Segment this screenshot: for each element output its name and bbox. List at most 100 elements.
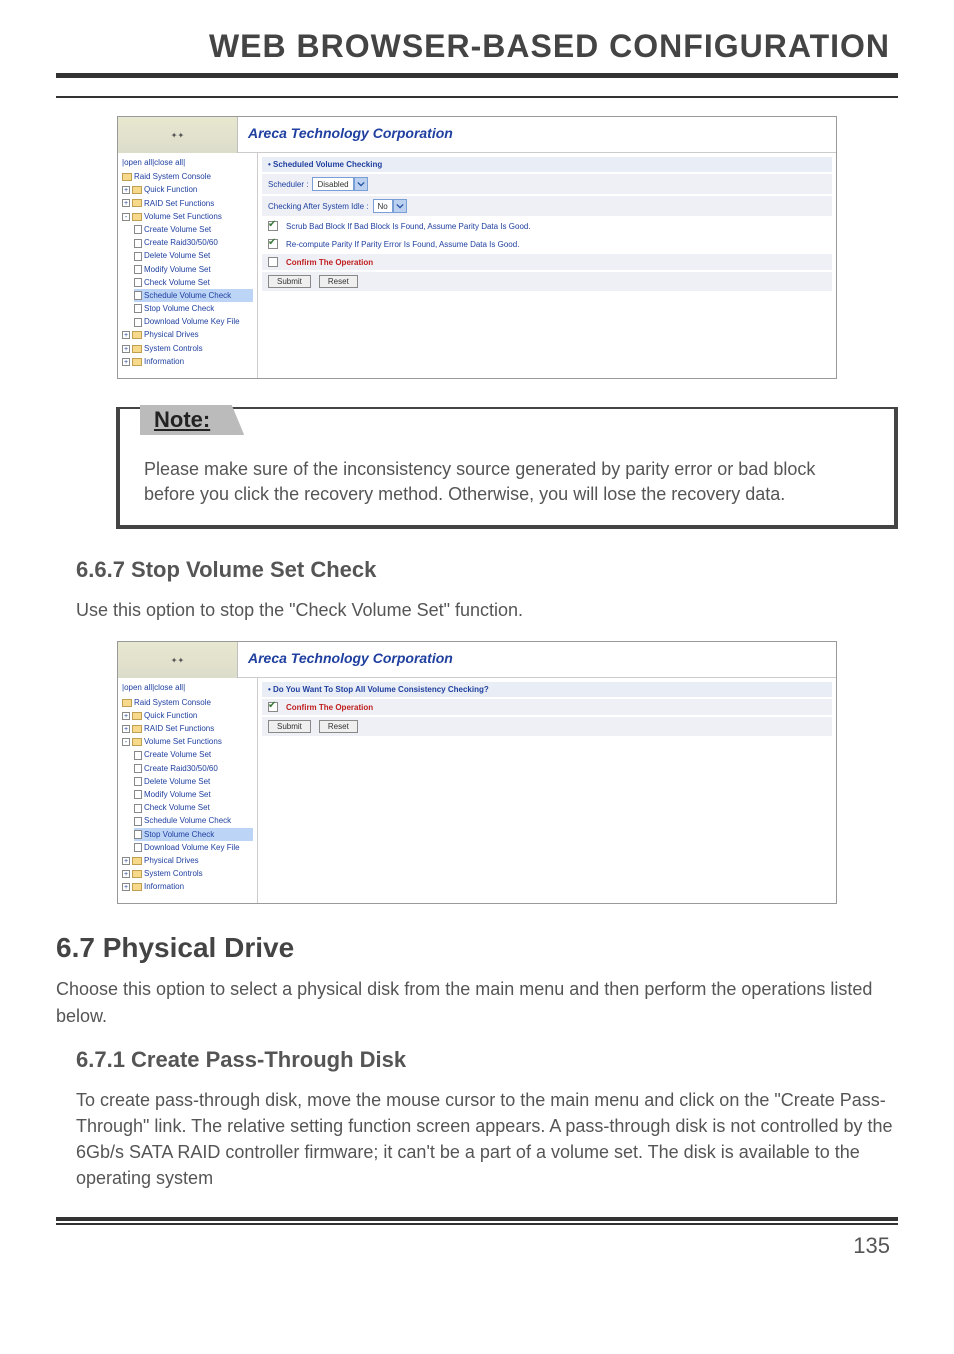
confirm-label: Confirm The Operation <box>286 703 373 712</box>
tree-stop-volume-check[interactable]: Stop Volume Check <box>134 828 253 841</box>
expand-icon[interactable]: + <box>122 199 130 207</box>
collapse-icon[interactable]: - <box>122 738 130 746</box>
folder-icon <box>132 331 142 339</box>
document-icon <box>134 225 142 234</box>
tree-check-volume-set[interactable]: Check Volume Set <box>134 276 253 289</box>
document-icon <box>134 843 142 852</box>
submit-button[interactable]: Submit <box>268 275 311 288</box>
tree-check-volume-set[interactable]: Check Volume Set <box>134 801 253 814</box>
tree-schedule-volume-check[interactable]: Schedule Volume Check <box>134 289 253 302</box>
tree-delete-volume-set[interactable]: Delete Volume Set <box>134 775 253 788</box>
expand-icon[interactable]: + <box>122 883 130 891</box>
tree-toggle-all[interactable]: |open all|close all| <box>122 680 253 695</box>
chevron-down-icon[interactable] <box>393 199 407 213</box>
tree-quick-function[interactable]: +Quick Function <box>122 183 253 196</box>
tree-physical-drives[interactable]: +Physical Drives <box>122 328 253 341</box>
brand-title: Areca Technology Corporation <box>238 642 836 678</box>
reset-button[interactable]: Reset <box>319 720 358 733</box>
heading-671: 6.7.1 Create Pass-Through Disk <box>76 1047 898 1073</box>
para-67: Choose this option to select a physical … <box>56 976 898 1028</box>
tree-modify-volume-set[interactable]: Modify Volume Set <box>134 263 253 276</box>
panel-heading: • Do You Want To Stop All Volume Consist… <box>262 682 832 697</box>
tree-schedule-volume-check[interactable]: Schedule Volume Check <box>134 814 253 827</box>
option-recompute-row: Re-compute Parity If Parity Error Is Fou… <box>262 236 832 252</box>
tree-raid-set-functions[interactable]: +RAID Set Functions <box>122 722 253 735</box>
tree-system-controls[interactable]: +System Controls <box>122 342 253 355</box>
confirm-row: Confirm The Operation <box>262 699 832 715</box>
expand-icon[interactable]: + <box>122 712 130 720</box>
sidebar-tree: |open all|close all| Raid System Console… <box>118 153 258 378</box>
submit-button[interactable]: Submit <box>268 720 311 733</box>
title-rule-thin <box>56 96 898 98</box>
tree-volume-set-functions[interactable]: -Volume Set Functions <box>122 210 253 223</box>
tree-download-volume-key-file[interactable]: Download Volume Key File <box>134 315 253 328</box>
scheduler-label: Scheduler : <box>268 180 308 189</box>
expand-icon[interactable]: + <box>122 331 130 339</box>
document-icon <box>134 804 142 813</box>
expand-icon[interactable]: + <box>122 358 130 366</box>
para-671: To create pass-through disk, move the mo… <box>76 1087 898 1191</box>
checkbox-scrub[interactable] <box>268 221 278 231</box>
note-title: Note: <box>140 405 244 435</box>
document-icon <box>134 304 142 313</box>
page-number: 135 <box>56 1225 898 1259</box>
folder-icon <box>122 699 132 707</box>
tree-root[interactable]: Raid System Console <box>122 696 253 709</box>
collapse-icon[interactable]: - <box>122 213 130 221</box>
tree-download-volume-key-file[interactable]: Download Volume Key File <box>134 841 253 854</box>
brand-title: Areca Technology Corporation <box>238 117 836 153</box>
embedded-screenshot-1: ✦✦ Areca Technology Corporation |open al… <box>117 116 837 379</box>
folder-icon <box>132 213 142 221</box>
tree-modify-volume-set[interactable]: Modify Volume Set <box>134 788 253 801</box>
tree-create-raid305060[interactable]: Create Raid30/50/60 <box>134 762 253 775</box>
expand-icon[interactable]: + <box>122 186 130 194</box>
folder-icon <box>132 725 142 733</box>
reset-button[interactable]: Reset <box>319 275 358 288</box>
document-icon <box>134 265 142 274</box>
folder-icon <box>132 870 142 878</box>
folder-icon <box>132 186 142 194</box>
tree-information[interactable]: +Information <box>122 880 253 893</box>
logo-image: ✦✦ <box>118 642 238 678</box>
folder-icon <box>132 883 142 891</box>
folder-icon <box>132 738 142 746</box>
expand-icon[interactable]: + <box>122 870 130 878</box>
checkbox-confirm[interactable] <box>268 257 278 267</box>
tree-information[interactable]: +Information <box>122 355 253 368</box>
confirm-row: Confirm The Operation <box>262 254 832 270</box>
scheduler-value: Disabled <box>312 177 353 191</box>
tree-volume-set-functions[interactable]: -Volume Set Functions <box>122 735 253 748</box>
idle-select[interactable]: No <box>373 199 407 213</box>
expand-icon[interactable]: + <box>122 857 130 865</box>
tree-create-volume-set[interactable]: Create Volume Set <box>134 223 253 236</box>
heading-667: 6.6.7 Stop Volume Set Check <box>76 557 898 583</box>
title-rule <box>56 73 898 78</box>
tree-physical-drives[interactable]: +Physical Drives <box>122 854 253 867</box>
tree-delete-volume-set[interactable]: Delete Volume Set <box>134 249 253 262</box>
document-icon <box>134 830 142 839</box>
chevron-down-icon[interactable] <box>354 177 368 191</box>
checkbox-recompute[interactable] <box>268 239 278 249</box>
option-scrub-row: Scrub Bad Block If Bad Block Is Found, A… <box>262 218 832 234</box>
tree-stop-volume-check[interactable]: Stop Volume Check <box>134 302 253 315</box>
embedded-screenshot-2: ✦✦ Areca Technology Corporation |open al… <box>117 641 837 904</box>
folder-icon <box>132 712 142 720</box>
heading-67: 6.7 Physical Drive <box>56 932 898 964</box>
document-icon <box>134 817 142 826</box>
note-box: Note: Please make sure of the inconsiste… <box>116 407 898 529</box>
checkbox-confirm[interactable] <box>268 702 278 712</box>
tree-system-controls[interactable]: +System Controls <box>122 867 253 880</box>
tree-create-raid305060[interactable]: Create Raid30/50/60 <box>134 236 253 249</box>
option-scrub-label: Scrub Bad Block If Bad Block Is Found, A… <box>286 222 531 231</box>
tree-quick-function[interactable]: +Quick Function <box>122 709 253 722</box>
tree-root[interactable]: Raid System Console <box>122 170 253 183</box>
folder-icon <box>132 857 142 865</box>
tree-toggle-all[interactable]: |open all|close all| <box>122 155 253 170</box>
main-panel: • Scheduled Volume Checking Scheduler : … <box>258 153 836 378</box>
scheduler-select[interactable]: Disabled <box>312 177 367 191</box>
document-icon <box>134 239 142 248</box>
tree-create-volume-set[interactable]: Create Volume Set <box>134 748 253 761</box>
expand-icon[interactable]: + <box>122 725 130 733</box>
expand-icon[interactable]: + <box>122 345 130 353</box>
tree-raid-set-functions[interactable]: +RAID Set Functions <box>122 197 253 210</box>
